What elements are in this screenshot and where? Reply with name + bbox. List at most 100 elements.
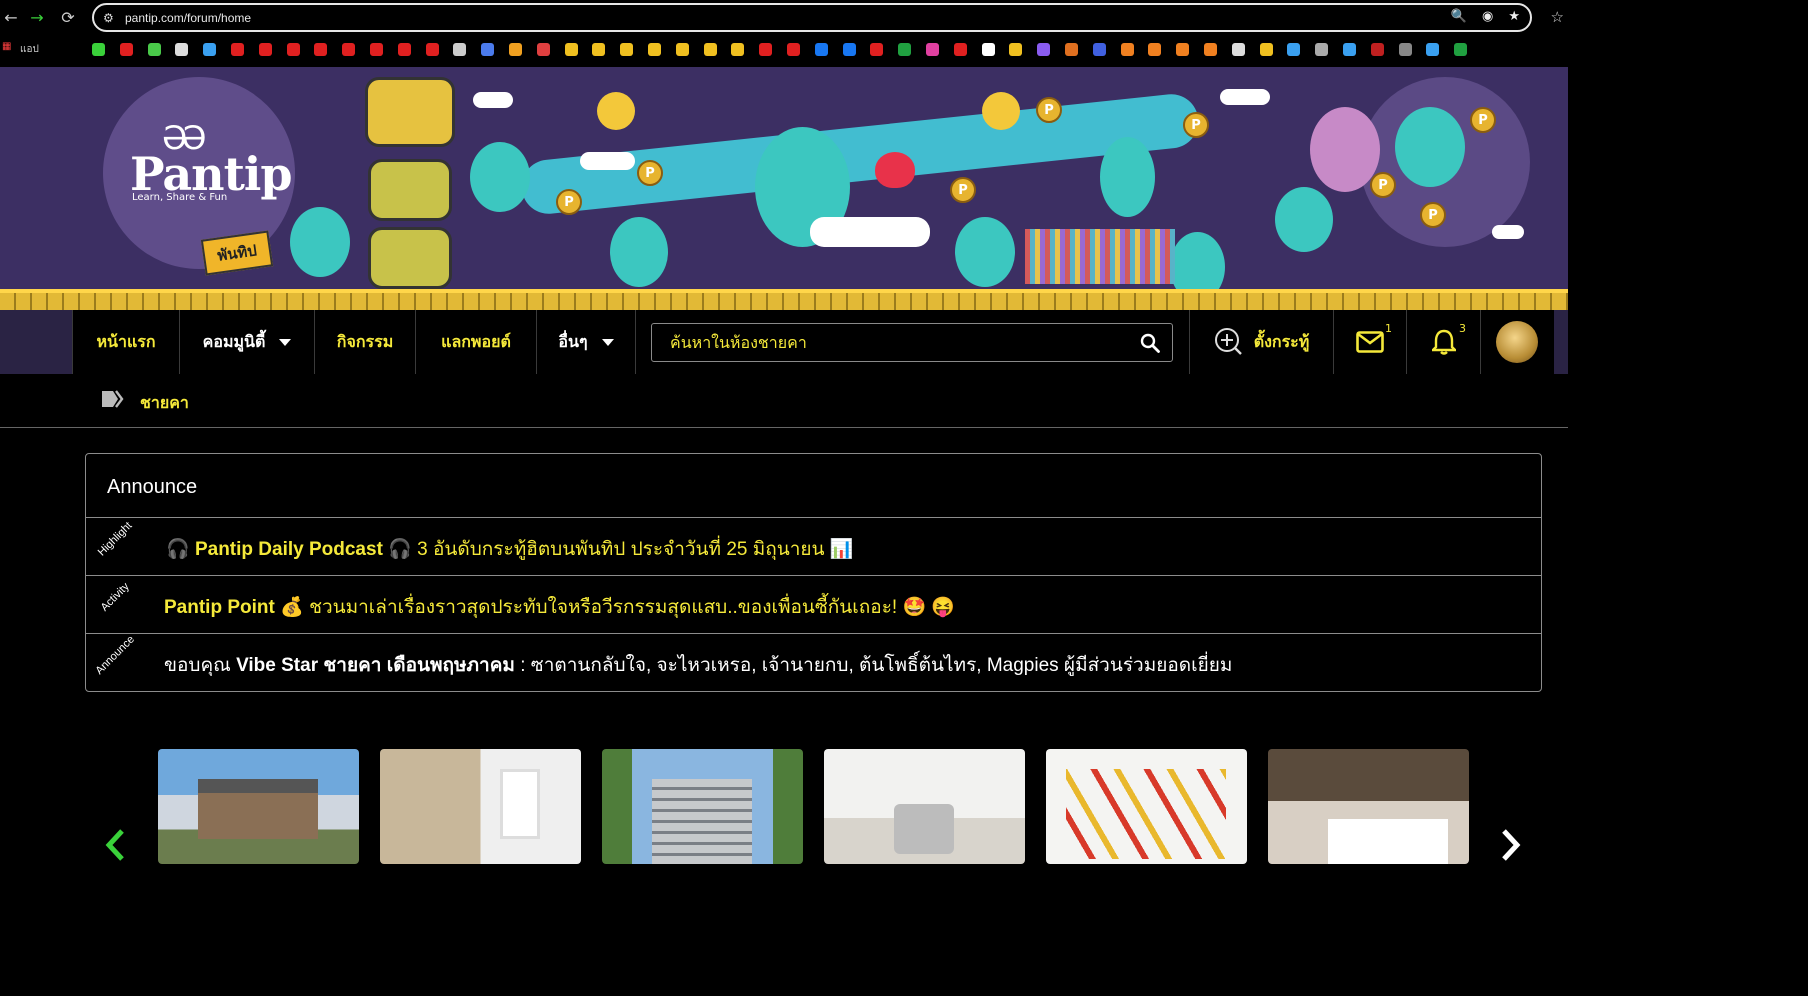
- bookmark-favicon-icon[interactable]: [425, 43, 439, 56]
- bookmark-favicon-icon[interactable]: [1092, 43, 1106, 56]
- nav-exchange-points[interactable]: แลกพอยต์: [415, 310, 536, 374]
- apps-grid-icon[interactable]: ▦: [2, 41, 12, 52]
- bookmark-favicon-icon[interactable]: [1037, 43, 1051, 56]
- address-bar[interactable]: ⚙ pantip.com/forum/home 🔍 ◉ ★: [92, 3, 1532, 32]
- row-tag: Activity: [98, 580, 132, 614]
- bookmark-favicon-icon[interactable]: [1148, 43, 1162, 56]
- forward-arrow-icon[interactable]: →: [26, 6, 48, 28]
- headphones-icon: 🎧: [166, 539, 190, 560]
- bookmark-favicon-icon[interactable]: [509, 43, 522, 56]
- announce-row-activity[interactable]: Activity Pantip Point 💰 ชวนมาเล่าเรื่องร…: [86, 575, 1541, 633]
- zoom-icon[interactable]: 🔍: [1451, 9, 1467, 24]
- back-arrow-icon[interactable]: ←: [0, 6, 22, 28]
- bookmark-favicon-icon[interactable]: [119, 43, 133, 56]
- apps-label[interactable]: แอป: [20, 42, 39, 57]
- bookmark-favicon-icon[interactable]: [592, 43, 606, 56]
- bookmark-favicon-icon[interactable]: [842, 43, 856, 56]
- search-input[interactable]: [652, 324, 1132, 361]
- bookmark-favicon-icon[interactable]: [731, 43, 745, 56]
- bookmark-favicon-icon[interactable]: [342, 43, 356, 56]
- bookmark-favicon-icon[interactable]: [1231, 43, 1245, 56]
- monitor-illustration: [365, 77, 455, 147]
- search-icon[interactable]: [1140, 333, 1160, 353]
- bookmark-favicon-icon[interactable]: [1315, 43, 1329, 56]
- bookmark-favicon-icon[interactable]: [1343, 43, 1356, 56]
- bookmark-favicon-icon[interactable]: [1398, 43, 1412, 56]
- site-settings-icon[interactable]: ⚙: [103, 11, 119, 25]
- bookmark-favicon-icon[interactable]: [231, 43, 244, 56]
- row-text[interactable]: Pantip Point 💰 ชวนมาเล่าเรื่องราวสุดประท…: [164, 592, 955, 622]
- star-icon[interactable]: ★: [1508, 9, 1520, 24]
- carousel-prev-button[interactable]: [100, 825, 130, 865]
- bookmark-favicon-icon[interactable]: [1120, 43, 1134, 56]
- carousel-card[interactable]: [824, 749, 1025, 864]
- bookmark-favicon-icon[interactable]: [1287, 43, 1301, 56]
- bookmark-favicon-icon[interactable]: [703, 43, 717, 56]
- bookmark-favicon-icon[interactable]: [648, 43, 661, 56]
- breadcrumb-current[interactable]: ชายคา: [140, 391, 189, 416]
- bookmark-favicon-icon[interactable]: [397, 43, 411, 56]
- bookmark-favicon-icon[interactable]: [953, 43, 967, 56]
- carousel-card[interactable]: [380, 749, 581, 864]
- bookmark-favicon-icon[interactable]: [675, 43, 689, 56]
- carousel-card[interactable]: [158, 749, 359, 864]
- bookmark-favicon-icon[interactable]: [1204, 43, 1217, 56]
- row-text[interactable]: ขอบคุณ Vibe Star ชายคา เดือนพฤษภาคม : ซา…: [164, 650, 1232, 680]
- messages-button[interactable]: [1334, 310, 1406, 374]
- bookmark-favicon-icon[interactable]: [1454, 43, 1468, 56]
- bookmark-favicon-icon[interactable]: [1370, 43, 1384, 56]
- row-body: ชวนมาเล่าเรื่องราวสุดประทับใจหรือวีรกรรม…: [309, 597, 898, 618]
- row-lead: ขอบคุณ: [164, 655, 231, 676]
- coin-icon: P: [1370, 172, 1396, 198]
- bookmark-favicon-icon[interactable]: [814, 43, 828, 56]
- mascot-illustration: [290, 207, 350, 277]
- bookmark-favicon-icon[interactable]: [1009, 43, 1023, 56]
- announce-row-announce[interactable]: Announce ขอบคุณ Vibe Star ชายคา เดือนพฤษ…: [86, 633, 1541, 691]
- nav-other[interactable]: อื่นๆ: [536, 310, 636, 374]
- carousel-card[interactable]: [1268, 749, 1469, 864]
- bookmark-favicon-icon[interactable]: [1176, 43, 1190, 56]
- bookmark-favicon-icon[interactable]: [286, 43, 300, 56]
- bookmark-favicon-icon[interactable]: [1426, 43, 1440, 56]
- bookmark-favicon-icon[interactable]: [92, 43, 105, 56]
- bookmark-favicon-icon[interactable]: [1065, 43, 1078, 56]
- bookmark-favicon-icon[interactable]: [481, 43, 495, 56]
- notifications-button[interactable]: [1407, 310, 1480, 374]
- row-text[interactable]: 🎧 Pantip Daily Podcast 🎧 3 อันดับกระทู้ฮ…: [166, 534, 854, 564]
- carousel-card[interactable]: [602, 749, 803, 864]
- bookmark-favicon-icon[interactable]: [787, 43, 800, 56]
- bookmark-favicon-icon[interactable]: [759, 43, 773, 56]
- building-image: [652, 779, 752, 864]
- bookshelf-illustration: [1025, 229, 1175, 284]
- bookmark-favicon-icon[interactable]: [1259, 43, 1273, 56]
- avatar[interactable]: [1496, 321, 1538, 363]
- reload-icon[interactable]: ⟳: [57, 6, 79, 28]
- announce-row-highlight[interactable]: Highlight 🎧 Pantip Daily Podcast 🎧 3 อัน…: [86, 517, 1541, 575]
- nav-activity[interactable]: กิจกรรม: [314, 310, 415, 374]
- bookmark-favicon-icon[interactable]: [370, 43, 383, 56]
- bookmark-favicon-icon[interactable]: [898, 43, 912, 56]
- bookmark-favicon-icon[interactable]: [258, 43, 272, 56]
- carousel-next-button[interactable]: [1496, 825, 1526, 865]
- bookmark-favicon-icon[interactable]: [147, 43, 161, 56]
- bookmark-favicon-icon[interactable]: [620, 43, 634, 56]
- bookmark-star-icon[interactable]: ☆: [1551, 8, 1564, 26]
- bookmark-favicon-icon[interactable]: [203, 43, 217, 56]
- bookmark-favicon-icon[interactable]: [175, 43, 189, 56]
- bookmark-favicon-icon[interactable]: [564, 43, 578, 56]
- bookmark-favicon-icon[interactable]: [926, 43, 939, 56]
- url-text[interactable]: pantip.com/forum/home: [125, 11, 251, 25]
- coin-icon: P: [1470, 107, 1496, 133]
- bookmark-favicon-icon[interactable]: [314, 43, 328, 56]
- bookmark-favicon-icon[interactable]: [981, 43, 995, 56]
- bookmark-favicon-icon[interactable]: [536, 43, 550, 56]
- bookmark-favicon-icon[interactable]: [870, 43, 884, 56]
- carousel-card[interactable]: [1046, 749, 1247, 864]
- nav-community[interactable]: คอมมูนิตี้: [179, 310, 314, 374]
- new-topic-button[interactable]: ตั้งกระทู้: [1190, 310, 1333, 374]
- eye-off-icon[interactable]: ◉: [1482, 9, 1493, 24]
- emoji-illustration: [597, 92, 635, 130]
- nav-home[interactable]: หน้าแรก: [72, 310, 179, 374]
- bookmark-favicon-icon[interactable]: [453, 43, 467, 56]
- add-topic-icon: [1214, 328, 1242, 355]
